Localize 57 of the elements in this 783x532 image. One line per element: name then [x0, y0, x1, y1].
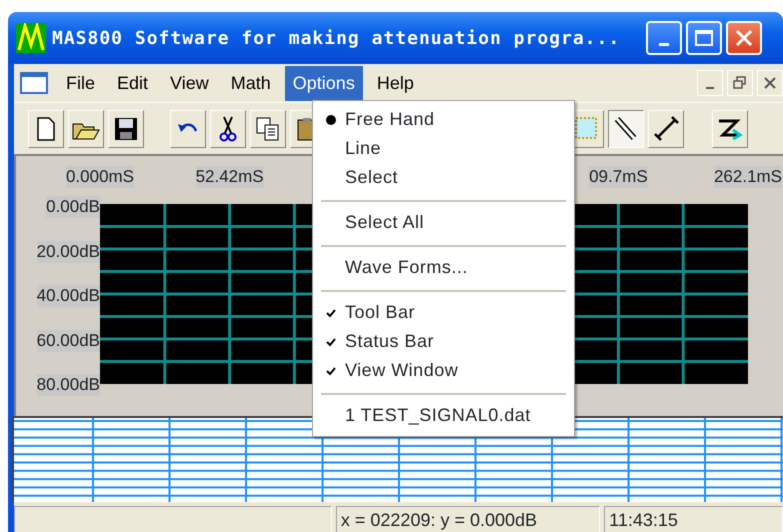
axis-label: 52.42mS [196, 166, 264, 188]
cursor-position-text: x = 022209: y = 0.000dB [336, 506, 600, 532]
document-icon [20, 72, 48, 94]
blank-page-icon [37, 116, 55, 140]
axis-label: 0.00dB [46, 196, 100, 218]
restore-icon [733, 76, 747, 90]
menu-item[interactable]: View [162, 66, 217, 100]
new-file-button[interactable] [28, 110, 64, 148]
copy-button[interactable] [250, 110, 286, 148]
axis-label: 20.00dB [36, 240, 100, 262]
menu-item[interactable]: File [58, 66, 104, 100]
maximize-button[interactable] [686, 21, 722, 55]
minimize-icon [659, 42, 670, 46]
dotted-rectangle-icon [574, 116, 598, 141]
menu-item[interactable]: Math [222, 66, 279, 100]
axis-label: 60.00dB [36, 330, 100, 352]
menu-option[interactable]: Wave Forms... [315, 253, 572, 282]
scissors-icon [219, 116, 237, 142]
app-logo-icon [16, 23, 46, 53]
line-tool-button[interactable] [648, 110, 684, 148]
menu-item[interactable]: Help [368, 66, 422, 100]
menu-option[interactable]: Free Hand [315, 105, 572, 134]
mdi-close-button[interactable] [757, 70, 783, 96]
save-button[interactable] [108, 110, 144, 148]
menu-option[interactable]: Line [315, 134, 572, 163]
undo-button[interactable] [170, 110, 206, 148]
pencil-icon [614, 116, 638, 141]
axis-label: 0.000mS [66, 166, 134, 188]
menu-option[interactable]: Status Bar [315, 327, 572, 356]
exit-button[interactable] [712, 110, 748, 148]
pencil-tool-button[interactable] [608, 110, 644, 148]
copy-pages-icon [256, 116, 280, 140]
minimize-button[interactable] [646, 21, 682, 55]
close-icon [763, 76, 777, 90]
menu-option[interactable]: Select All [315, 208, 572, 237]
line-icon [654, 116, 678, 141]
axis-label: 40.00dB [36, 285, 100, 307]
axis-label: 80.00dB [36, 374, 100, 396]
axis-label: 262.1mS [714, 166, 782, 188]
cut-button[interactable] [210, 110, 246, 148]
window-title: MAS800 Software for making attenuation progra... [52, 26, 620, 50]
minimize-icon [706, 87, 714, 89]
close-button[interactable] [726, 21, 762, 55]
menu-option[interactable]: Select [315, 163, 572, 192]
menu-item[interactable]: Edit [109, 66, 156, 100]
open-button[interactable] [68, 110, 104, 148]
close-icon [734, 28, 754, 48]
menu-item[interactable]: Options [284, 66, 363, 100]
clock-text: 11:43:15 [604, 506, 783, 532]
z-arrow-icon [717, 118, 743, 140]
menu-option[interactable]: Tool Bar [315, 298, 572, 327]
mdi-restore-button[interactable] [727, 70, 753, 96]
menu-option[interactable]: View Window [315, 356, 572, 385]
maximize-icon [694, 29, 714, 47]
menu-option[interactable]: 1 TEST_SIGNAL0.dat [315, 401, 572, 430]
mdi-minimize-button[interactable] [697, 70, 723, 96]
axis-label: 09.7mS [589, 166, 648, 188]
